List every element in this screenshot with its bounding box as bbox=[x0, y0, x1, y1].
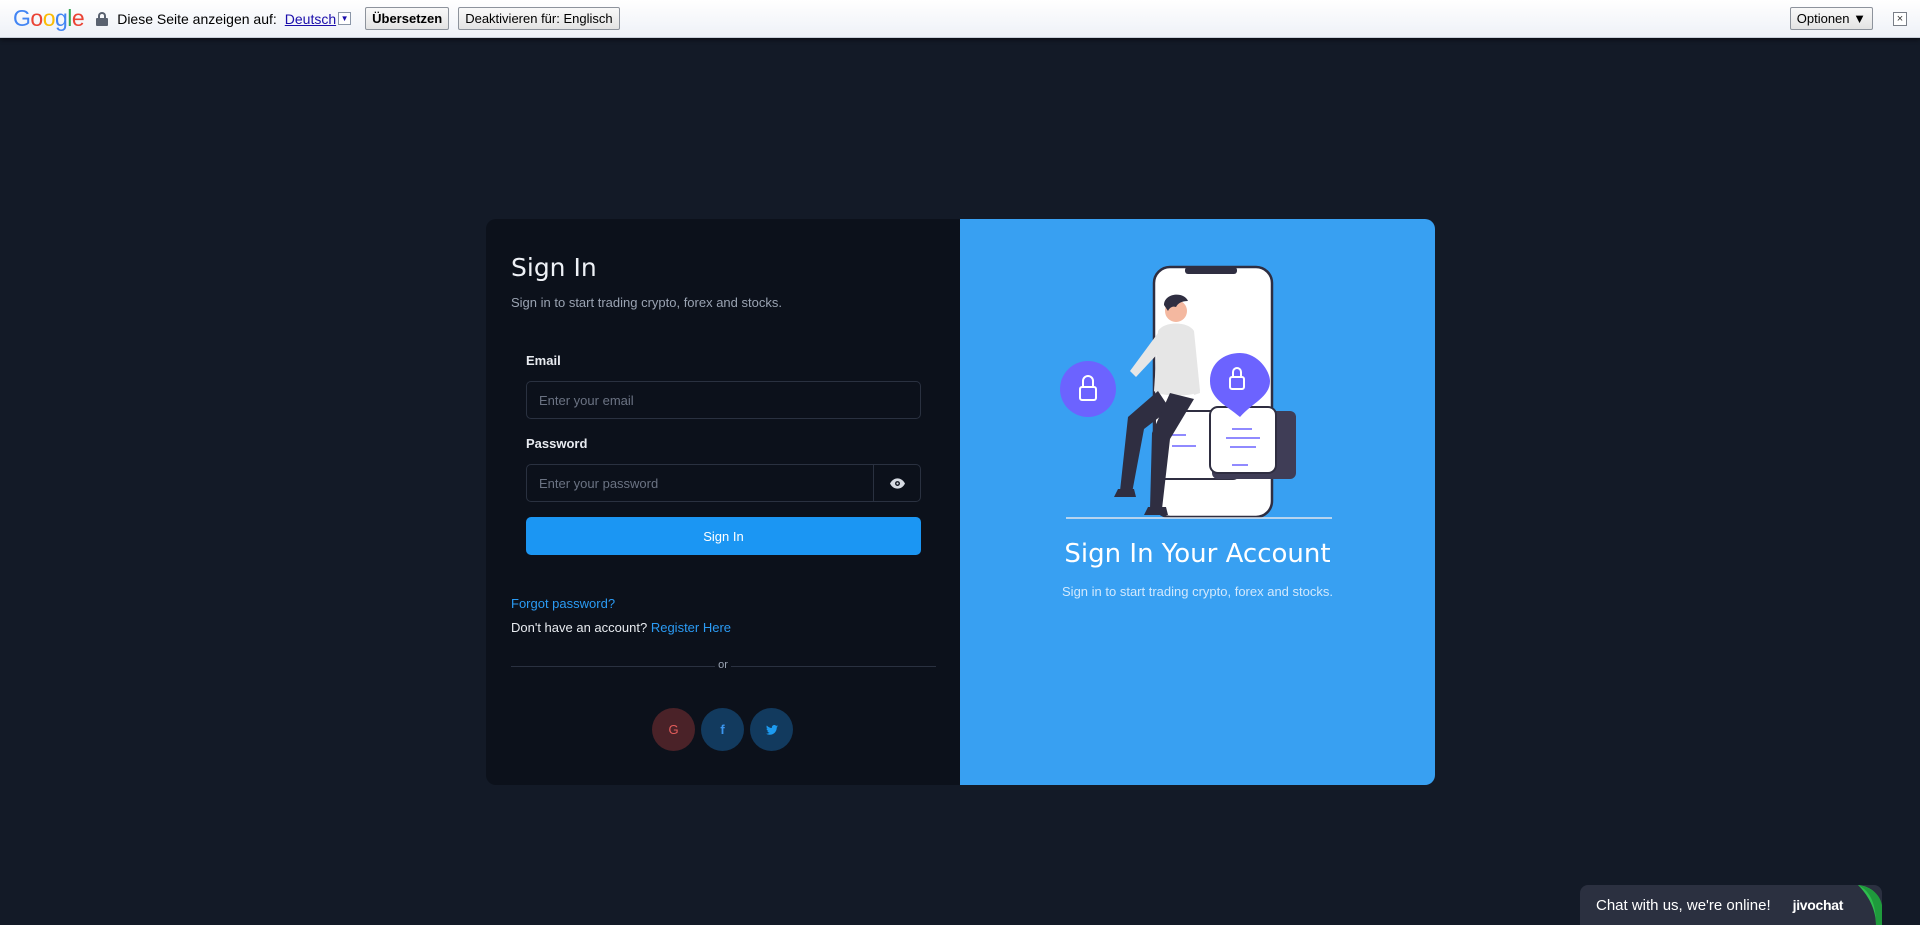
page-title: Sign In bbox=[511, 253, 597, 282]
page-subtitle: Sign in to start trading crypto, forex a… bbox=[511, 295, 782, 310]
chat-text: Chat with us, we're online! bbox=[1596, 896, 1771, 914]
facebook-login-button[interactable]: f bbox=[701, 708, 744, 751]
register-line: Don't have an account? Register Here bbox=[511, 620, 731, 635]
logo-letter: o bbox=[42, 5, 56, 31]
twitter-icon bbox=[765, 724, 778, 735]
translate-button[interactable]: Übersetzen bbox=[365, 7, 450, 30]
chat-widget[interactable]: Chat with us, we're online! jivochat bbox=[1580, 885, 1882, 925]
divider-text: or bbox=[715, 659, 731, 671]
logo-letter: e bbox=[71, 5, 85, 31]
promo-panel: Sign In Your Account Sign in to start tr… bbox=[960, 219, 1435, 785]
register-link[interactable]: Register Here bbox=[651, 620, 731, 635]
logo-letter: G bbox=[13, 5, 31, 31]
language-link[interactable]: Deutsch bbox=[285, 11, 336, 27]
logo-letter: o bbox=[30, 5, 43, 31]
email-field[interactable] bbox=[527, 382, 920, 418]
toggle-password-button[interactable] bbox=[873, 465, 920, 501]
signin-panel: Sign In Sign in to start trading crypto,… bbox=[486, 219, 960, 785]
password-label: Password bbox=[526, 436, 588, 451]
promo-title: Sign In Your Account bbox=[1064, 539, 1331, 569]
password-field[interactable] bbox=[527, 465, 873, 501]
google-login-button[interactable]: G bbox=[652, 708, 695, 751]
email-field-wrapper bbox=[526, 381, 921, 419]
language-dropdown-icon[interactable]: ▼ bbox=[338, 12, 352, 25]
google-logo: Google bbox=[13, 5, 85, 32]
eye-icon bbox=[889, 477, 905, 489]
signin-button[interactable]: Sign In bbox=[526, 517, 921, 555]
translate-bar: Google Diese Seite anzeigen auf: Deutsch… bbox=[0, 0, 1920, 38]
disable-translation-button[interactable]: Deaktivieren für: Englisch bbox=[458, 7, 620, 30]
no-account-text: Don't have an account? bbox=[511, 620, 648, 635]
forgot-password-link[interactable]: Forgot password? bbox=[511, 596, 615, 611]
lock-icon bbox=[96, 11, 109, 26]
login-illustration bbox=[1060, 265, 1332, 519]
options-button[interactable]: Optionen ▼ bbox=[1789, 7, 1873, 30]
password-field-wrapper bbox=[526, 464, 921, 502]
email-label: Email bbox=[526, 353, 561, 368]
facebook-icon: f bbox=[720, 722, 725, 737]
signin-card: Sign In Sign in to start trading crypto,… bbox=[486, 219, 1435, 785]
leaf-icon bbox=[1858, 885, 1882, 925]
jivochat-logo: jivochat bbox=[1792, 897, 1844, 913]
google-icon: G bbox=[668, 722, 679, 737]
promo-subtitle: Sign in to start trading crypto, forex a… bbox=[1062, 584, 1333, 599]
twitter-login-button[interactable] bbox=[750, 708, 793, 751]
close-icon[interactable]: × bbox=[1893, 11, 1907, 26]
logo-letter: g bbox=[54, 5, 68, 31]
translate-prompt: Diese Seite anzeigen auf: bbox=[117, 10, 277, 27]
